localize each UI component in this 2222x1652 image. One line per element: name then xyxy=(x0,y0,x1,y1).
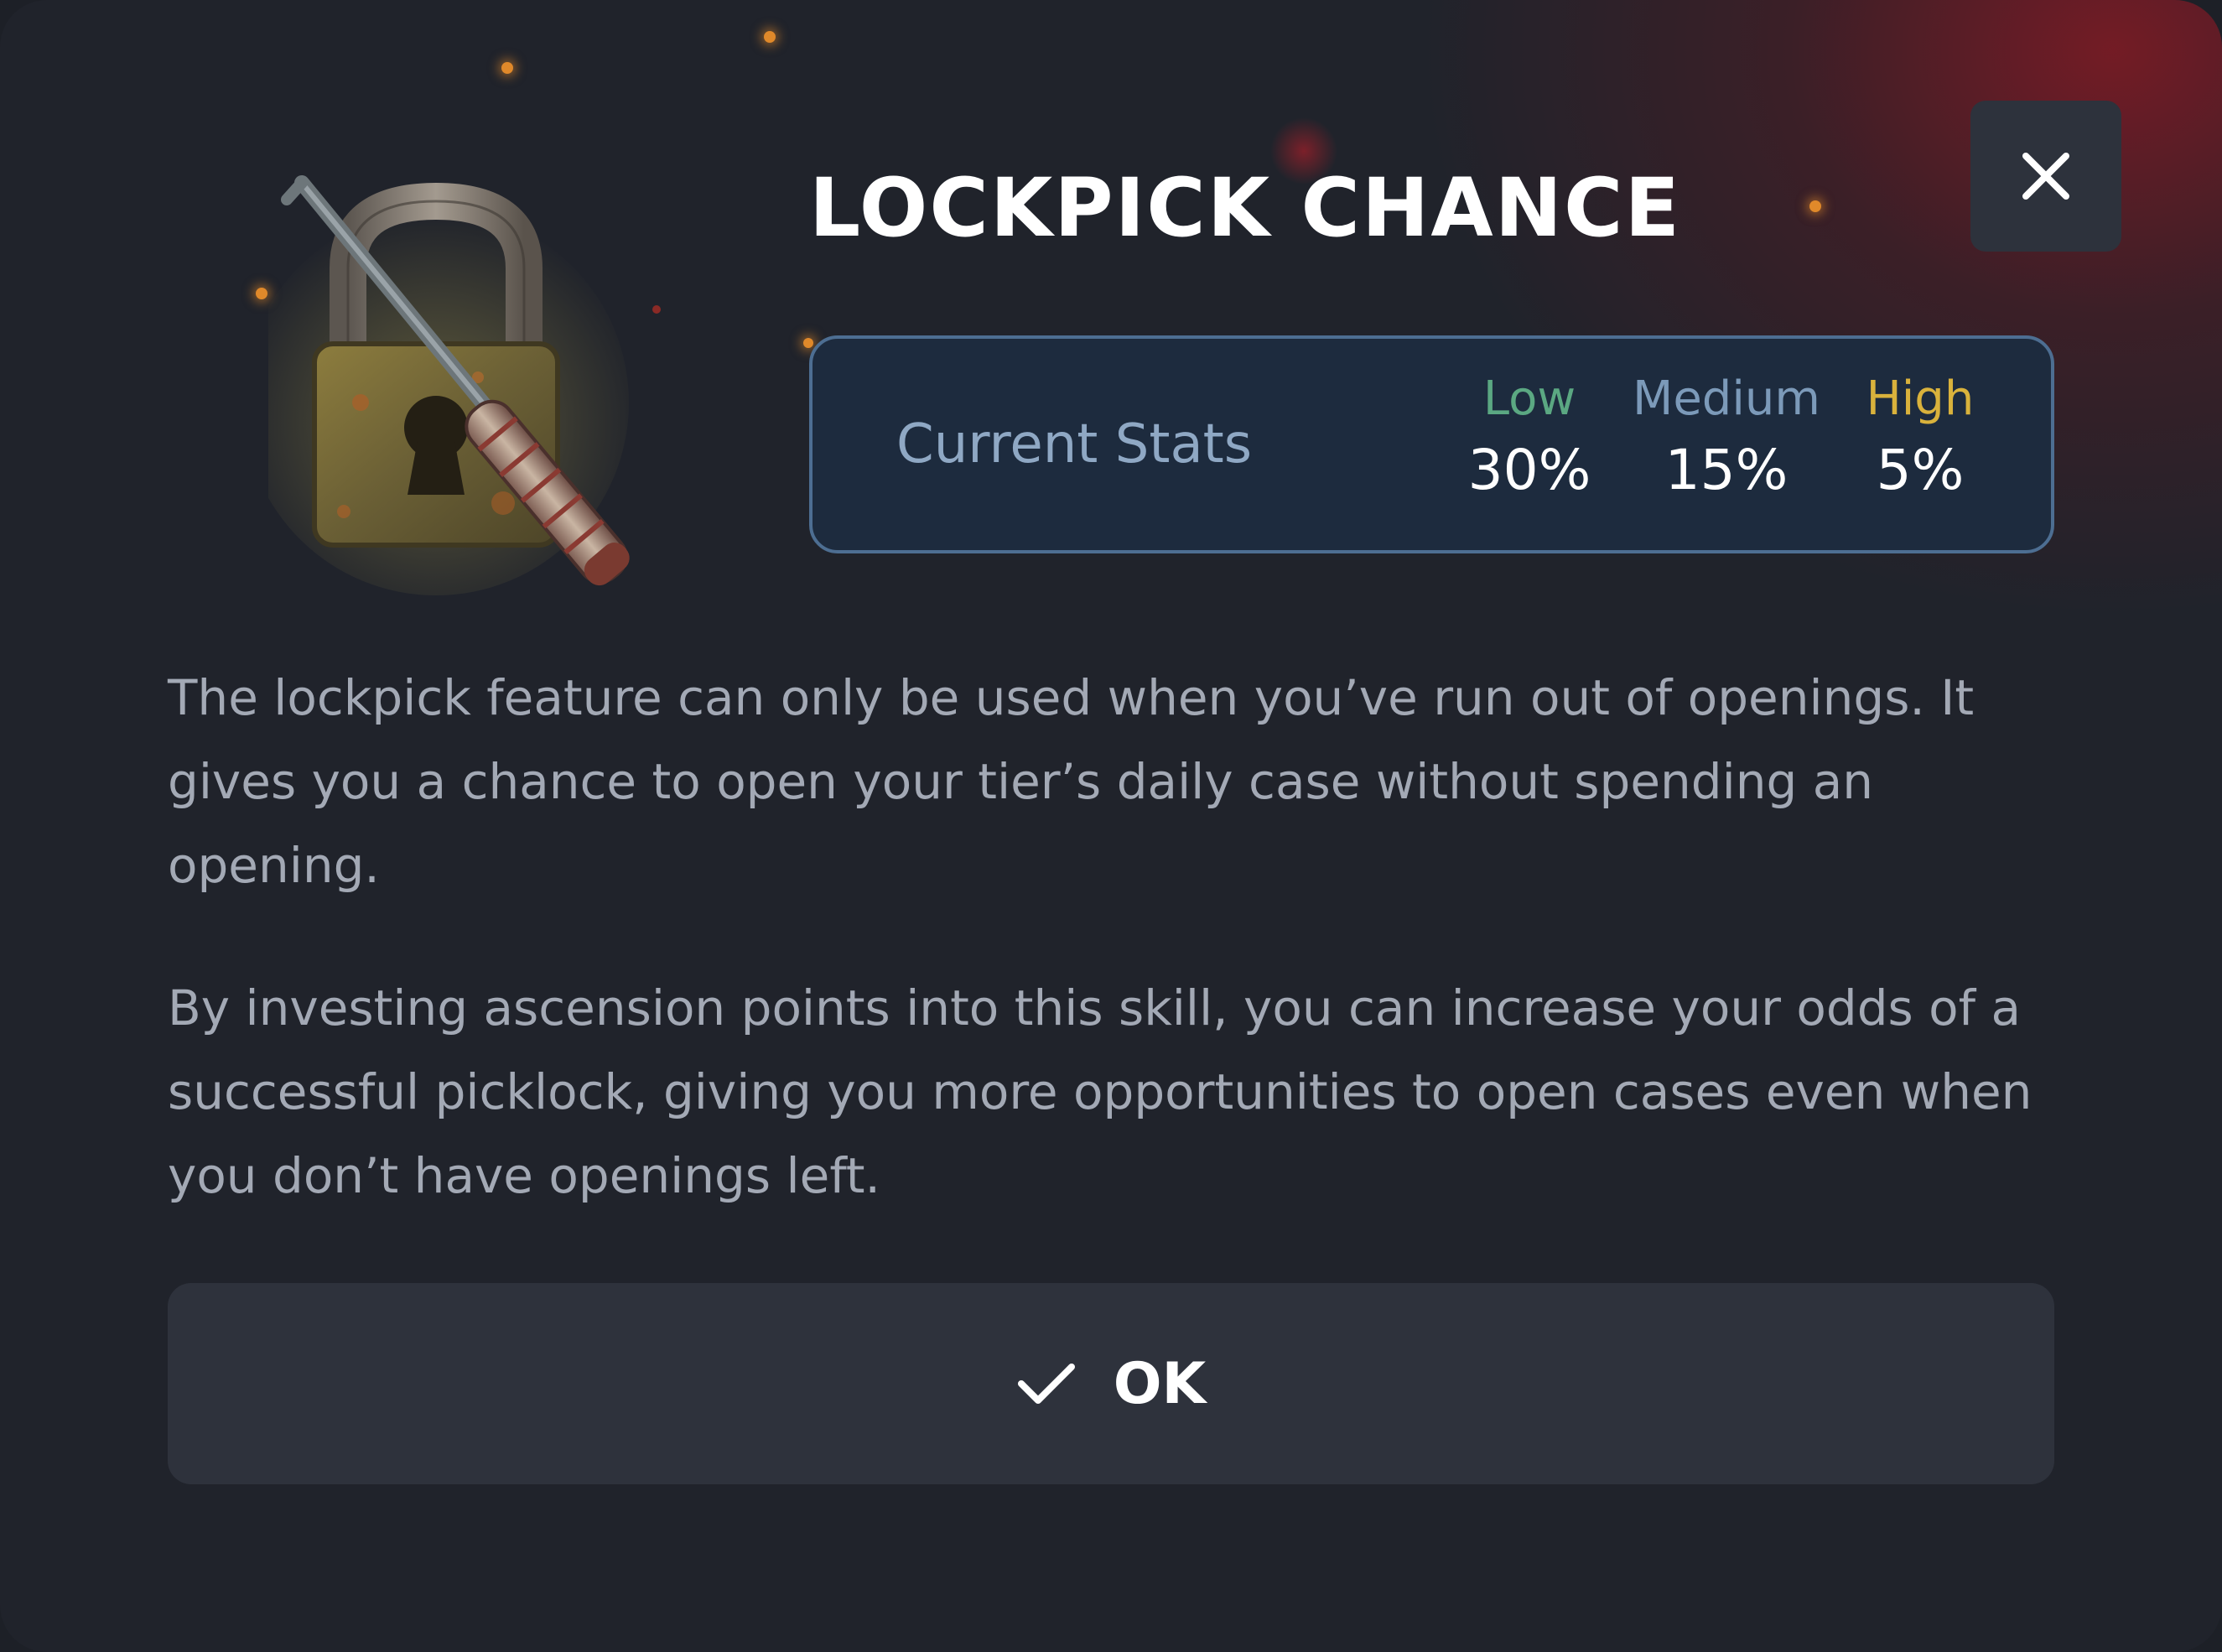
ember-spark xyxy=(803,338,813,348)
description-paragraph-1: The lockpick feature can only be used wh… xyxy=(168,669,1975,894)
ok-button-label: OK xyxy=(1113,1350,1207,1417)
checkmark-icon xyxy=(1017,1364,1075,1404)
dialog-title: LOCKPICK CHANCE xyxy=(809,161,1682,255)
stat-high-value: 5% xyxy=(1876,438,1965,502)
close-button[interactable] xyxy=(1970,101,2121,252)
current-stats-label: Current Stats xyxy=(896,413,1253,475)
ember-spark xyxy=(764,31,776,43)
stat-high-label: High xyxy=(1866,371,1975,426)
lockpick-chance-dialog: LOCKPICK CHANCE Current Stats Low 30% Me… xyxy=(0,0,2222,1652)
ember-spark xyxy=(1809,200,1821,212)
current-stats-panel: Current Stats Low 30% Medium 15% High 5% xyxy=(809,335,2054,553)
ember-spark xyxy=(256,288,267,299)
padlock-with-lockpick-icon xyxy=(268,175,630,595)
stat-high: High 5% xyxy=(1803,376,2038,498)
ember-spark xyxy=(501,62,513,74)
description-paragraph-2: By investing ascension points into this … xyxy=(168,979,2033,1204)
close-icon xyxy=(2022,153,2069,200)
ok-button[interactable]: OK xyxy=(168,1283,2054,1484)
